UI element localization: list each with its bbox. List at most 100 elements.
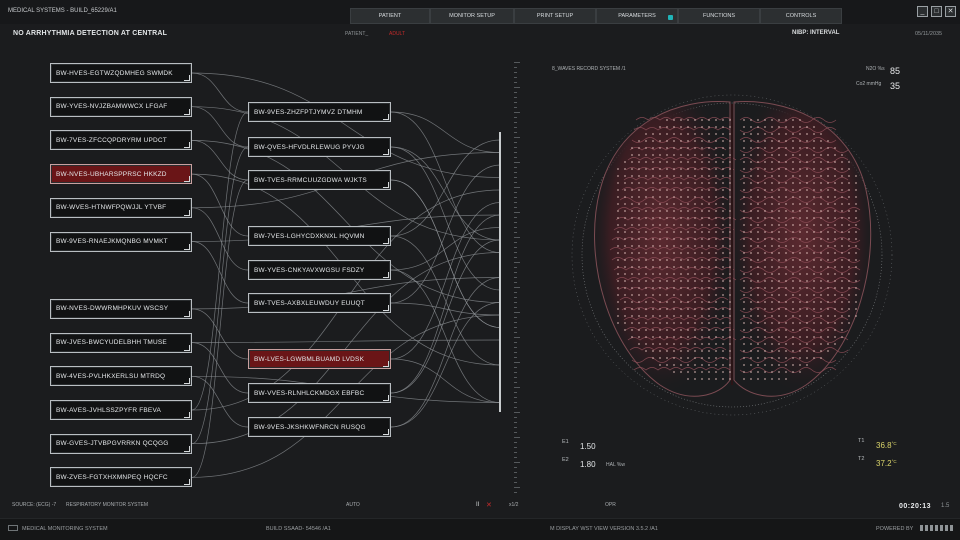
mid-node-item[interactable]: BW-TVES-AXBXLEUWDUY EUUQT [248, 293, 391, 313]
brain-dot [792, 336, 794, 338]
brain-dot [764, 315, 766, 317]
brain-dot [820, 147, 822, 149]
mid-node-item[interactable]: BW-LVES-LGWBMLBUAMD LVDSK [248, 349, 391, 369]
left-node-item[interactable]: BW-AVES-JVHLSSZPYFR FBEVA [50, 400, 192, 420]
menu-functions[interactable]: FUNCTIONS [678, 8, 760, 24]
brain-dot [792, 231, 794, 233]
brain-dot [638, 294, 640, 296]
stop-button[interactable]: ✕ [486, 501, 492, 509]
minimize-button[interactable]: _ [917, 6, 928, 17]
brain-dot [841, 322, 843, 324]
brain-dot [687, 175, 689, 177]
maximize-button[interactable]: □ [931, 6, 942, 17]
brain-dot [673, 280, 675, 282]
brain-dot [785, 168, 787, 170]
mode-label[interactable]: AUTO [346, 502, 360, 508]
left-node-item[interactable]: BW-ZVES-FGTXHXMNPEQ HQCFC [50, 467, 192, 488]
brain-dot [813, 315, 815, 317]
brain-dot [792, 315, 794, 317]
brain-dot [764, 126, 766, 128]
brain-dot [652, 315, 654, 317]
brain-dot [701, 259, 703, 261]
ruler-tick [514, 252, 517, 253]
brain-dot [750, 217, 752, 219]
mid-node-item[interactable]: BW-7VES-LGHYCDXKNXL HQVMN [248, 226, 391, 246]
brain-dot [617, 238, 619, 240]
mid-node-item[interactable]: BW-TVES-RRMCUUZGDWA WJKTS [248, 170, 391, 190]
brain-dot [827, 161, 829, 163]
brain-dot [638, 343, 640, 345]
brain-dot [708, 196, 710, 198]
speed-label[interactable]: x1/2 [509, 502, 518, 508]
brain-dot [680, 245, 682, 247]
brain-dot [813, 245, 815, 247]
ruler-tick [514, 482, 517, 483]
left-node-item[interactable]: BW-GVES-JTVBPGVRRKN QCQGG [50, 433, 192, 454]
t2-unit: °C [891, 459, 897, 464]
mid-node-item[interactable]: BW-9VES-JKSHKWFNRCN RUSQG [248, 417, 391, 437]
brain-dot [659, 350, 661, 352]
brain-dot [841, 196, 843, 198]
left-node-item[interactable]: BW-7VES-ZFCCQPDRYRM UPDCT [50, 130, 192, 151]
brain-dot [750, 161, 752, 163]
brain-dot [806, 210, 808, 212]
left-node-item[interactable]: BW-4VES-PVLHKXERLSU MTRDQ [50, 366, 192, 387]
menu-parameters[interactable]: PARAMETERS [596, 8, 678, 24]
ruler-tick [514, 382, 517, 383]
brain-dot [799, 154, 801, 156]
brain-dot [659, 189, 661, 191]
mid-node-item[interactable]: BW-9VES-ZHZFPTJYMVZ DTMHM [248, 102, 391, 122]
left-node-item[interactable]: BW-NVES-UBHARSPPRSC HKKZD [50, 164, 192, 185]
brain-dot [841, 168, 843, 170]
brain-dot [638, 217, 640, 219]
mid-node-item[interactable]: BW-YVES-CNKYAVXWGSU FSDZY [248, 260, 391, 280]
left-node-item[interactable]: BW-JVES-BWCYUDELBHH TMUSE [50, 332, 192, 353]
left-node-item[interactable]: BW-NVES-DWWRMHPKUV WSCSY [50, 298, 192, 319]
brain-dot [729, 336, 731, 338]
brain-dot [757, 161, 759, 163]
brain-dot [687, 147, 689, 149]
wire [191, 106, 249, 148]
brain-dot [743, 308, 745, 310]
left-node-item[interactable]: BW-HVES-EGTWZQDMHEG SWMDK [50, 63, 192, 83]
brain-dot [666, 175, 668, 177]
pause-button[interactable]: II [476, 502, 479, 508]
brain-dot [701, 203, 703, 205]
brain-dot [666, 252, 668, 254]
brain-dot [708, 336, 710, 338]
left-node-item[interactable]: BW-9VES-RNAEJKMQNBG MVMKT [50, 231, 192, 252]
brain-dot [757, 147, 759, 149]
brain-dot [764, 364, 766, 366]
left-node-item[interactable]: BW-WVES-HTNWFPQWJJL YTVBF [50, 197, 192, 218]
brain-dot [799, 210, 801, 212]
close-button[interactable]: ✕ [945, 6, 956, 17]
wire [390, 179, 501, 328]
brain-dot [701, 280, 703, 282]
brain-dot [631, 196, 633, 198]
brain-dot [687, 378, 689, 380]
wire [390, 269, 501, 403]
brain-dot [729, 133, 731, 135]
mid-node-item[interactable]: BW-QVES-HFVDLRLEWUG PYVJG [248, 137, 391, 157]
brain-dot [841, 315, 843, 317]
brain-dot [806, 294, 808, 296]
brain-dot [659, 259, 661, 261]
brain-dot [708, 147, 710, 149]
mid-node-item[interactable]: BW-VVES-RLNHLCKMDGX EBFBC [248, 383, 391, 403]
brain-dot [708, 182, 710, 184]
brain-dot [673, 245, 675, 247]
vertical-ruler [514, 62, 520, 493]
brain-dot [841, 245, 843, 247]
brain-dot [757, 238, 759, 240]
brain-scan-visualization[interactable] [560, 80, 920, 425]
brain-dot [841, 252, 843, 254]
brain-dot [638, 238, 640, 240]
brain-dot [708, 238, 710, 240]
brain-dot [715, 329, 717, 331]
menu-controls[interactable]: CONTROLS [760, 8, 842, 24]
brain-dot [813, 133, 815, 135]
brain-dot [785, 336, 787, 338]
left-node-item[interactable]: BW-YVES-NVJZBAMWWCX LFGAF [50, 96, 192, 117]
brain-dot [722, 329, 724, 331]
brain-dot [659, 266, 661, 268]
